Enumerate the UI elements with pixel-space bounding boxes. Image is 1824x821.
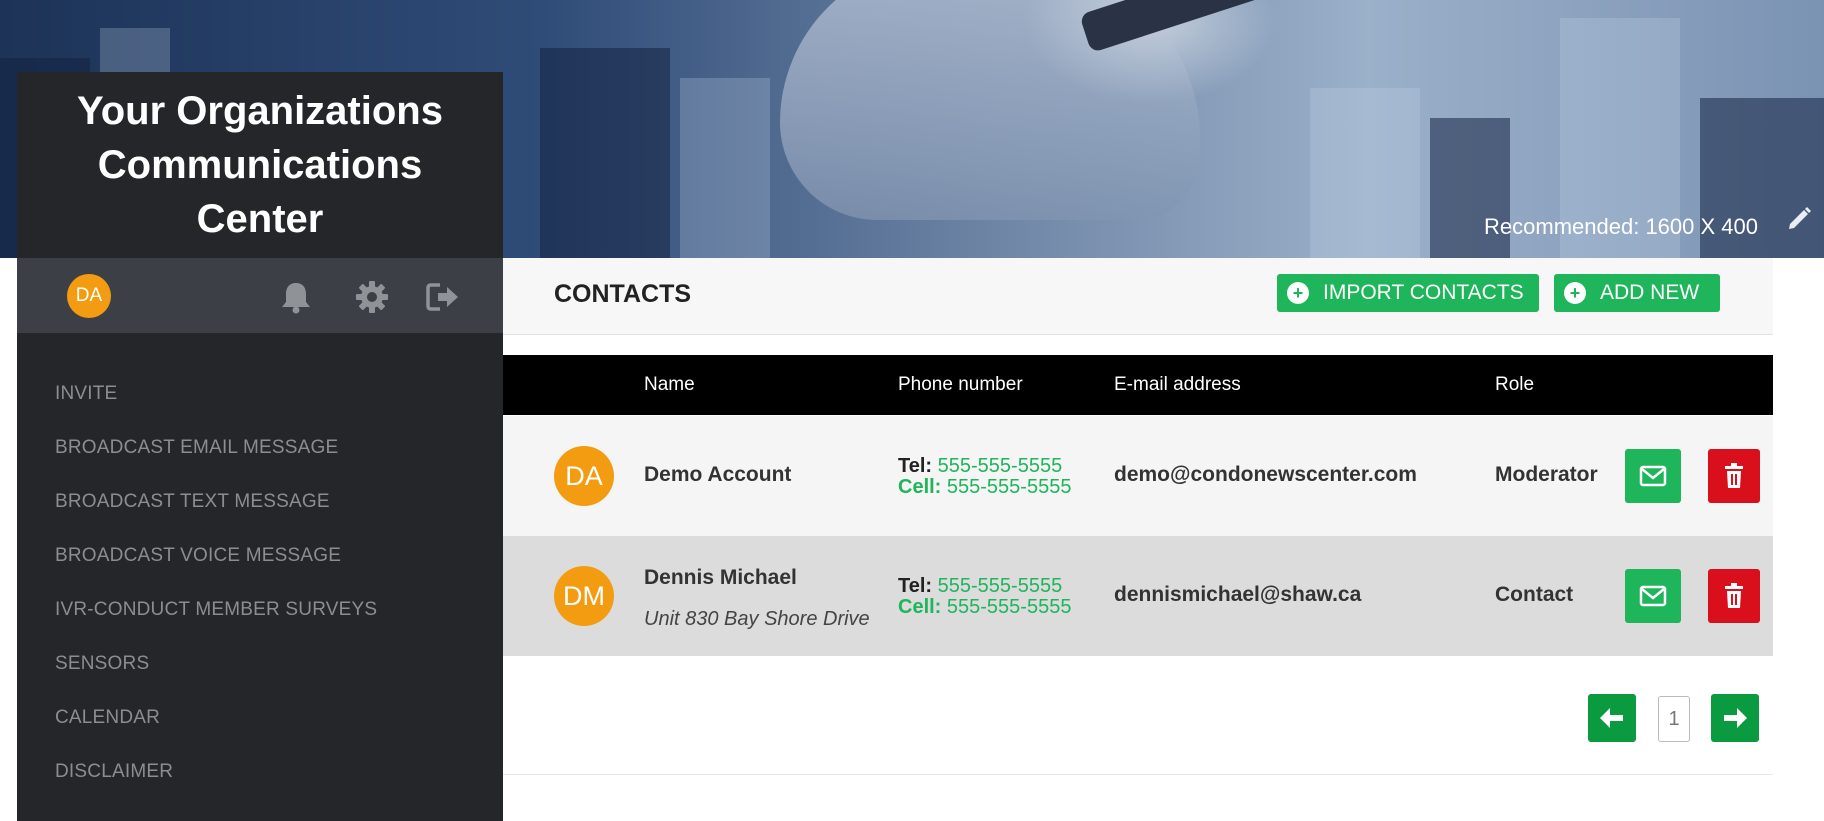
- envelope-icon: [1639, 465, 1667, 487]
- sidebar-item-broadcast-voice[interactable]: BROADCAST VOICE MESSAGE: [17, 529, 503, 583]
- trash-icon: [1725, 463, 1743, 488]
- add-new-label: ADD NEW: [1600, 281, 1700, 304]
- contact-role: Contact: [1495, 583, 1574, 606]
- column-header-phone[interactable]: Phone number: [898, 374, 1023, 396]
- pencil-icon[interactable]: [1784, 202, 1816, 234]
- divider: [503, 774, 1773, 775]
- column-header-role[interactable]: Role: [1495, 374, 1534, 396]
- send-email-button[interactable]: [1625, 449, 1681, 503]
- page-title: CONTACTS: [554, 280, 692, 308]
- sidebar-item-ivr-surveys[interactable]: IVR-CONDUCT MEMBER SURVEYS: [17, 583, 503, 637]
- contact-address: Unit 830 Bay Shore Drive: [644, 608, 870, 630]
- import-contacts-label: IMPORT CONTACTS: [1323, 281, 1524, 304]
- sidebar-item-sensors[interactable]: SENSORS: [17, 637, 503, 691]
- cell-number[interactable]: 555-555-5555: [947, 476, 1072, 498]
- contact-avatar: DA: [554, 446, 614, 506]
- contact-name: Dennis Michael: [644, 566, 797, 589]
- cell-label: Cell:: [898, 596, 942, 618]
- contact-email: dennismichael@shaw.ca: [1114, 583, 1362, 606]
- import-contacts-button[interactable]: + IMPORT CONTACTS: [1277, 274, 1539, 312]
- tel-label: Tel:: [898, 575, 933, 597]
- contacts-toolbar: CONTACTS + IMPORT CONTACTS + ADD NEW: [503, 258, 1773, 335]
- next-page-button[interactable]: [1711, 694, 1759, 742]
- tel-number[interactable]: 555-555-5555: [938, 455, 1063, 477]
- previous-page-button[interactable]: [1588, 694, 1636, 742]
- gear-icon[interactable]: [353, 278, 391, 316]
- table-row[interactable]: DM Dennis Michael Unit 830 Bay Shore Dri…: [503, 536, 1773, 656]
- contact-avatar: DM: [554, 566, 614, 626]
- contact-phones: Tel: 555-555-5555 Cell: 555-555-5555: [898, 456, 1071, 498]
- tel-label: Tel:: [898, 455, 933, 477]
- plus-circle-icon: +: [1287, 282, 1309, 304]
- page-number-current[interactable]: 1: [1658, 696, 1690, 742]
- sidebar-item-disclaimer[interactable]: DISCLAIMER: [17, 745, 503, 799]
- sidebar-item-broadcast-email[interactable]: BROADCAST EMAIL MESSAGE: [17, 421, 503, 475]
- banner-size-hint: Recommended: 1600 X 400: [1484, 214, 1758, 239]
- delete-contact-button[interactable]: [1708, 449, 1760, 503]
- user-avatar[interactable]: DA: [67, 274, 111, 318]
- plus-circle-icon: +: [1564, 282, 1586, 304]
- cell-label: Cell:: [898, 476, 942, 498]
- sidebar-item-invite[interactable]: INVITE: [17, 367, 503, 421]
- tel-number[interactable]: 555-555-5555: [938, 575, 1063, 597]
- trash-icon: [1725, 583, 1743, 608]
- contact-role: Moderator: [1495, 463, 1598, 486]
- sidebar-menu: INVITE BROADCAST EMAIL MESSAGE BROADCAST…: [17, 333, 503, 799]
- sidebar: Your Organizations Communications Center…: [17, 72, 503, 821]
- delete-contact-button[interactable]: [1708, 569, 1760, 623]
- bell-icon[interactable]: [277, 278, 315, 316]
- contact-name: Demo Account: [644, 463, 792, 486]
- send-email-button[interactable]: [1625, 569, 1681, 623]
- contact-phones: Tel: 555-555-5555 Cell: 555-555-5555: [898, 576, 1071, 618]
- column-header-name[interactable]: Name: [644, 374, 695, 396]
- add-new-button[interactable]: + ADD NEW: [1554, 274, 1720, 312]
- sign-out-icon[interactable]: [424, 278, 462, 316]
- contacts-table-header: Name Phone number E-mail address Role: [503, 355, 1773, 415]
- contact-email: demo@condonewscenter.com: [1114, 463, 1417, 486]
- arrow-left-icon: [1600, 708, 1623, 728]
- brand-title: Your Organizations Communications Center: [77, 89, 443, 241]
- user-bar: DA: [17, 258, 503, 333]
- sidebar-item-calendar[interactable]: CALENDAR: [17, 691, 503, 745]
- sidebar-item-broadcast-text[interactable]: BROADCAST TEXT MESSAGE: [17, 475, 503, 529]
- envelope-icon: [1639, 585, 1667, 607]
- arrow-right-icon: [1724, 708, 1747, 728]
- table-row[interactable]: DA Demo Account Tel: 555-555-5555 Cell: …: [503, 416, 1773, 536]
- cell-number[interactable]: 555-555-5555: [947, 596, 1072, 618]
- column-header-email[interactable]: E-mail address: [1114, 374, 1241, 396]
